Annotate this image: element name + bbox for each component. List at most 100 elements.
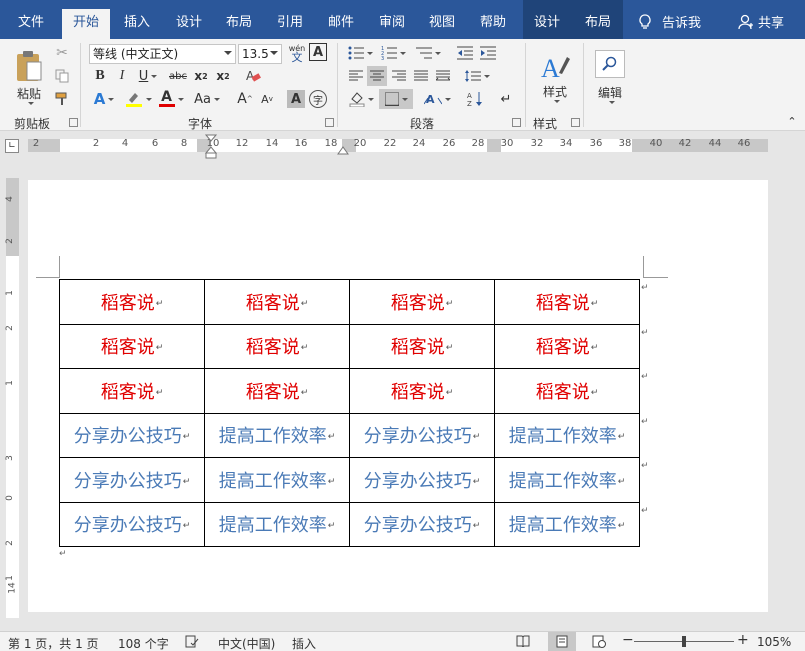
- italic-icon[interactable]: I: [113, 66, 131, 86]
- tab-selector-icon[interactable]: ∟: [5, 139, 19, 153]
- decrease-indent-icon[interactable]: [455, 43, 475, 63]
- line-spacing-icon[interactable]: [462, 66, 492, 86]
- table-cell[interactable]: 提高工作效率↵: [494, 501, 640, 547]
- table-cell[interactable]: 分享办公技巧↵: [59, 457, 205, 503]
- format-painter-icon[interactable]: [52, 89, 72, 109]
- tab-help[interactable]: 帮助: [474, 9, 512, 39]
- styles-launcher-icon[interactable]: [571, 118, 580, 127]
- tab-home[interactable]: 开始: [62, 9, 110, 39]
- tell-me-box[interactable]: 告诉我: [638, 12, 701, 31]
- table-cell[interactable]: 分享办公技巧↵: [59, 412, 205, 458]
- borders-icon[interactable]: [379, 89, 413, 109]
- change-case-icon[interactable]: Aa: [191, 89, 223, 109]
- align-center-icon[interactable]: [367, 66, 387, 86]
- table-cell[interactable]: 稻客说↵: [59, 323, 205, 369]
- proofing-icon[interactable]: [185, 635, 199, 651]
- table-cell[interactable]: 稻客说↵: [204, 323, 350, 369]
- indent-marker-icon[interactable]: [205, 134, 217, 159]
- table-cell[interactable]: 稻客说↵: [204, 279, 350, 325]
- justify-icon[interactable]: [411, 66, 431, 86]
- tab-insert[interactable]: 插入: [118, 9, 156, 39]
- table-cell[interactable]: 稻客说↵: [59, 279, 205, 325]
- zoom-level[interactable]: 105%: [757, 635, 791, 649]
- tab-file[interactable]: 文件: [14, 9, 48, 39]
- sort-icon[interactable]: AZ: [465, 89, 485, 109]
- word-count[interactable]: 108 个字: [118, 635, 169, 651]
- font-color-icon[interactable]: A: [157, 89, 185, 109]
- highlight-color-icon[interactable]: [123, 89, 153, 109]
- font-size-select[interactable]: 13.5: [238, 44, 282, 64]
- zoom-out-button[interactable]: −: [622, 632, 634, 648]
- language-status[interactable]: 中文(中国): [218, 635, 275, 651]
- print-layout-icon[interactable]: [548, 632, 576, 651]
- table-cell[interactable]: 稻客说↵: [349, 323, 495, 369]
- multilevel-list-icon[interactable]: [413, 43, 443, 63]
- tab-layout[interactable]: 布局: [220, 9, 258, 39]
- char-border-icon[interactable]: A: [309, 43, 327, 61]
- editing-button[interactable]: 编辑: [588, 43, 632, 111]
- table-cell[interactable]: 稻客说↵: [349, 368, 495, 414]
- grow-font-icon[interactable]: A ^: [235, 89, 255, 109]
- styles-button[interactable]: A 样式: [532, 43, 578, 111]
- tab-table-design[interactable]: 设计: [528, 9, 566, 39]
- superscript-icon[interactable]: x2: [213, 66, 233, 86]
- show-marks-icon[interactable]: ↵: [496, 89, 516, 109]
- align-right-icon[interactable]: [389, 66, 409, 86]
- horizontal-ruler[interactable]: ∟ 2 2 4 6 8 10 12 14 16 18 20 22 24 26 28 30 32 34 36 38 40 4…: [0, 131, 805, 159]
- cut-icon[interactable]: ✂: [52, 43, 72, 63]
- enclose-char-icon[interactable]: 字: [309, 90, 327, 108]
- table-cell[interactable]: 提高工作效率↵: [204, 457, 350, 503]
- subscript-icon[interactable]: x2: [191, 66, 211, 86]
- zoom-slider-thumb[interactable]: [682, 636, 686, 647]
- chinese-layout-icon[interactable]: A: [422, 89, 452, 109]
- table-cell[interactable]: 分享办公技巧↵: [349, 501, 495, 547]
- font-family-select[interactable]: 等线 (中文正文): [89, 44, 236, 64]
- vertical-ruler[interactable]: 4 2 1 2 1 3 0 2 1 14: [0, 158, 28, 628]
- shading-icon[interactable]: [346, 89, 376, 109]
- table-cell[interactable]: 分享办公技巧↵: [349, 457, 495, 503]
- share-button[interactable]: 共享: [738, 12, 784, 31]
- clipboard-launcher-icon[interactable]: [69, 118, 78, 127]
- copy-icon[interactable]: [52, 66, 72, 86]
- page-count[interactable]: 第 1 页，共 1 页: [8, 635, 99, 651]
- tab-view[interactable]: 视图: [423, 9, 461, 39]
- table-cell[interactable]: 分享办公技巧↵: [59, 501, 205, 547]
- font-launcher-icon[interactable]: [325, 118, 334, 127]
- shrink-font-icon[interactable]: Av: [257, 89, 277, 109]
- tab-design[interactable]: 设计: [170, 9, 208, 39]
- paste-button[interactable]: 粘贴: [10, 45, 48, 109]
- collapse-ribbon-icon[interactable]: ⌃: [785, 115, 799, 128]
- char-shading-icon[interactable]: A: [287, 90, 305, 108]
- phonetic-guide-button[interactable]: wén 文: [286, 42, 308, 64]
- bullets-icon[interactable]: [346, 43, 374, 63]
- document-page[interactable]: 稻客说↵ 稻客说↵ 稻客说↵ 稻客说↵ 稻客说↵ 稻客说↵ 稻客说↵ 稻客说↵ 稻客说↵ 稻客说↵…: [28, 180, 768, 612]
- paragraph-launcher-icon[interactable]: [512, 118, 521, 127]
- right-indent-icon[interactable]: [337, 145, 349, 155]
- table-cell[interactable]: 提高工作效率↵: [204, 501, 350, 547]
- tab-references[interactable]: 引用: [271, 9, 309, 39]
- web-layout-icon[interactable]: [592, 635, 606, 651]
- distributed-icon[interactable]: [433, 66, 453, 86]
- clear-formatting-icon[interactable]: A: [243, 66, 263, 86]
- strikethrough-icon[interactable]: abc: [167, 66, 189, 86]
- table-cell[interactable]: 稻客说↵: [349, 279, 495, 325]
- numbering-icon[interactable]: 123: [379, 43, 407, 63]
- read-mode-icon[interactable]: [516, 635, 530, 650]
- table-cell[interactable]: 稻客说↵: [494, 279, 640, 325]
- document-table[interactable]: 稻客说↵ 稻客说↵ 稻客说↵ 稻客说↵ 稻客说↵ 稻客说↵ 稻客说↵ 稻客说↵ 稻客说↵ 稻客说↵…: [59, 279, 640, 547]
- table-cell[interactable]: 稻客说↵: [204, 368, 350, 414]
- tab-mailings[interactable]: 邮件: [322, 9, 360, 39]
- bold-icon[interactable]: B: [91, 66, 109, 86]
- table-cell[interactable]: 提高工作效率↵: [494, 412, 640, 458]
- table-cell[interactable]: 稻客说↵: [494, 323, 640, 369]
- tab-review[interactable]: 审阅: [373, 9, 411, 39]
- table-cell[interactable]: 稻客说↵: [59, 368, 205, 414]
- text-effects-icon[interactable]: A: [91, 89, 117, 109]
- table-cell[interactable]: 稻客说↵: [494, 368, 640, 414]
- increase-indent-icon[interactable]: [478, 43, 498, 63]
- table-cell[interactable]: 提高工作效率↵: [494, 457, 640, 503]
- table-cell[interactable]: 分享办公技巧↵: [349, 412, 495, 458]
- zoom-in-button[interactable]: +: [737, 632, 749, 648]
- tab-table-layout[interactable]: 布局: [579, 9, 617, 39]
- table-cell[interactable]: 提高工作效率↵: [204, 412, 350, 458]
